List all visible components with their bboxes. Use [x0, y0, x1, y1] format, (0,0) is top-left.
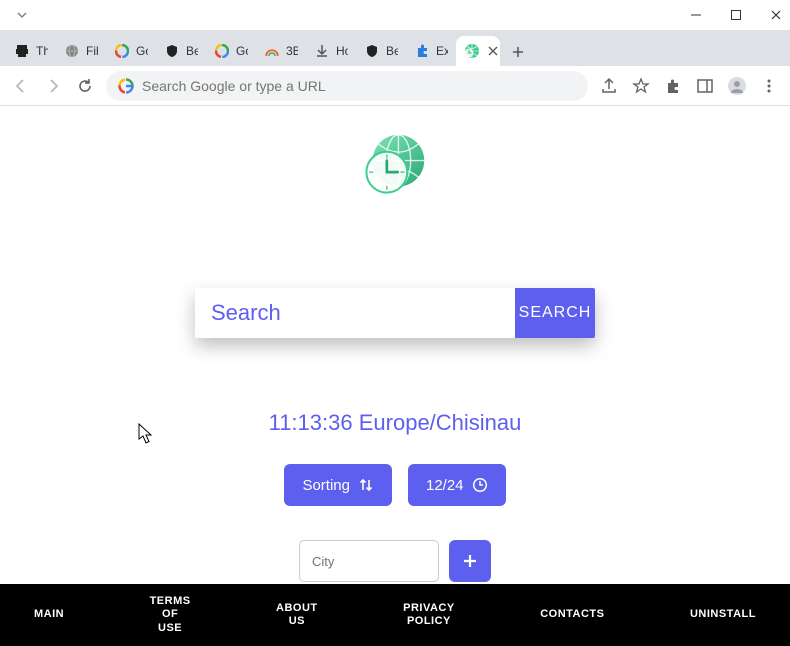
close-window-icon[interactable] [770, 9, 782, 21]
tab-label: File [86, 44, 98, 58]
clock-time: 11:13:36 [269, 410, 353, 435]
puzzle-icon [414, 43, 430, 59]
tab-go-1[interactable]: Go [106, 36, 156, 66]
tab-label: Bet [186, 44, 198, 58]
new-tab-button[interactable] [504, 38, 532, 66]
tab-label: Ho [336, 44, 348, 58]
tab-active[interactable] [456, 36, 500, 66]
window-titlebar [0, 0, 790, 30]
tab-3b[interactable]: 3B [256, 36, 306, 66]
tab-label: Ext [436, 44, 448, 58]
browser-toolbar [0, 66, 790, 106]
add-city-button[interactable] [449, 540, 491, 582]
profile-icon[interactable] [726, 75, 748, 97]
clock-icon [472, 477, 488, 493]
tab-the[interactable]: The [6, 36, 56, 66]
page-footer: MAIN TERMS OF USE ABOUT US PRIVACY POLIC… [0, 584, 790, 646]
google-icon [214, 43, 230, 59]
sorting-button[interactable]: Sorting [284, 464, 392, 506]
footer-about[interactable]: ABOUT US [276, 602, 318, 628]
footer-uninstall[interactable]: UNINSTALL [690, 608, 756, 621]
footer-main[interactable]: MAIN [34, 608, 64, 621]
bookmark-star-icon[interactable] [630, 75, 652, 97]
tab-label: Go [236, 44, 248, 58]
sorting-label: Sorting [302, 477, 350, 494]
google-icon [114, 43, 130, 59]
tab-label: 3B [286, 44, 298, 58]
clock-timezone: Europe/Chisinau [359, 410, 522, 435]
shield-icon [364, 43, 380, 59]
time-format-button[interactable]: 12/24 [408, 464, 506, 506]
omnibox[interactable] [106, 71, 588, 101]
close-tab-icon[interactable] [488, 46, 498, 56]
forward-icon[interactable] [42, 75, 64, 97]
page-logo [0, 106, 790, 198]
download-icon [314, 43, 330, 59]
plus-icon [461, 552, 479, 570]
clock-globe-icon [464, 43, 480, 59]
clock-globe-logo-icon [361, 130, 429, 198]
format-label: 12/24 [426, 477, 464, 494]
google-g-icon [118, 78, 134, 94]
chevron-down-icon[interactable] [16, 9, 28, 21]
rainbow-icon [264, 43, 280, 59]
maximize-icon[interactable] [730, 9, 742, 21]
back-icon[interactable] [10, 75, 32, 97]
tab-label: The [36, 44, 48, 58]
reload-icon[interactable] [74, 75, 96, 97]
share-icon[interactable] [598, 75, 620, 97]
omnibox-input[interactable] [142, 78, 576, 94]
tab-ext[interactable]: Ext [406, 36, 456, 66]
tab-label: Bet [386, 44, 398, 58]
tab-label: Go [136, 44, 148, 58]
page-content: SEARCH 11:13:36 Europe/Chisinau Sorting … [0, 106, 790, 646]
tab-go-2[interactable]: Go [206, 36, 256, 66]
shield-icon [164, 43, 180, 59]
footer-privacy[interactable]: PRIVACY POLICY [403, 602, 455, 628]
tab-file[interactable]: File [56, 36, 106, 66]
menu-dots-icon[interactable] [758, 75, 780, 97]
clock-display: 11:13:36 Europe/Chisinau [0, 410, 790, 436]
sort-arrows-icon [358, 477, 374, 493]
sidepanel-icon[interactable] [694, 75, 716, 97]
tab-bet-2[interactable]: Bet [356, 36, 406, 66]
tab-bet-1[interactable]: Bet [156, 36, 206, 66]
footer-contacts[interactable]: CONTACTS [540, 608, 604, 621]
search-box: SEARCH [195, 288, 595, 338]
tab-strip: The File Go Bet Go 3B Ho Bet Ext [0, 30, 790, 66]
printer-icon [14, 43, 30, 59]
footer-terms[interactable]: TERMS OF USE [150, 595, 191, 635]
extensions-icon[interactable] [662, 75, 684, 97]
globe-gray-icon [64, 43, 80, 59]
city-input[interactable] [299, 540, 439, 582]
search-input[interactable] [195, 288, 515, 338]
tab-ho[interactable]: Ho [306, 36, 356, 66]
search-button[interactable]: SEARCH [515, 288, 595, 338]
minimize-icon[interactable] [690, 9, 702, 21]
